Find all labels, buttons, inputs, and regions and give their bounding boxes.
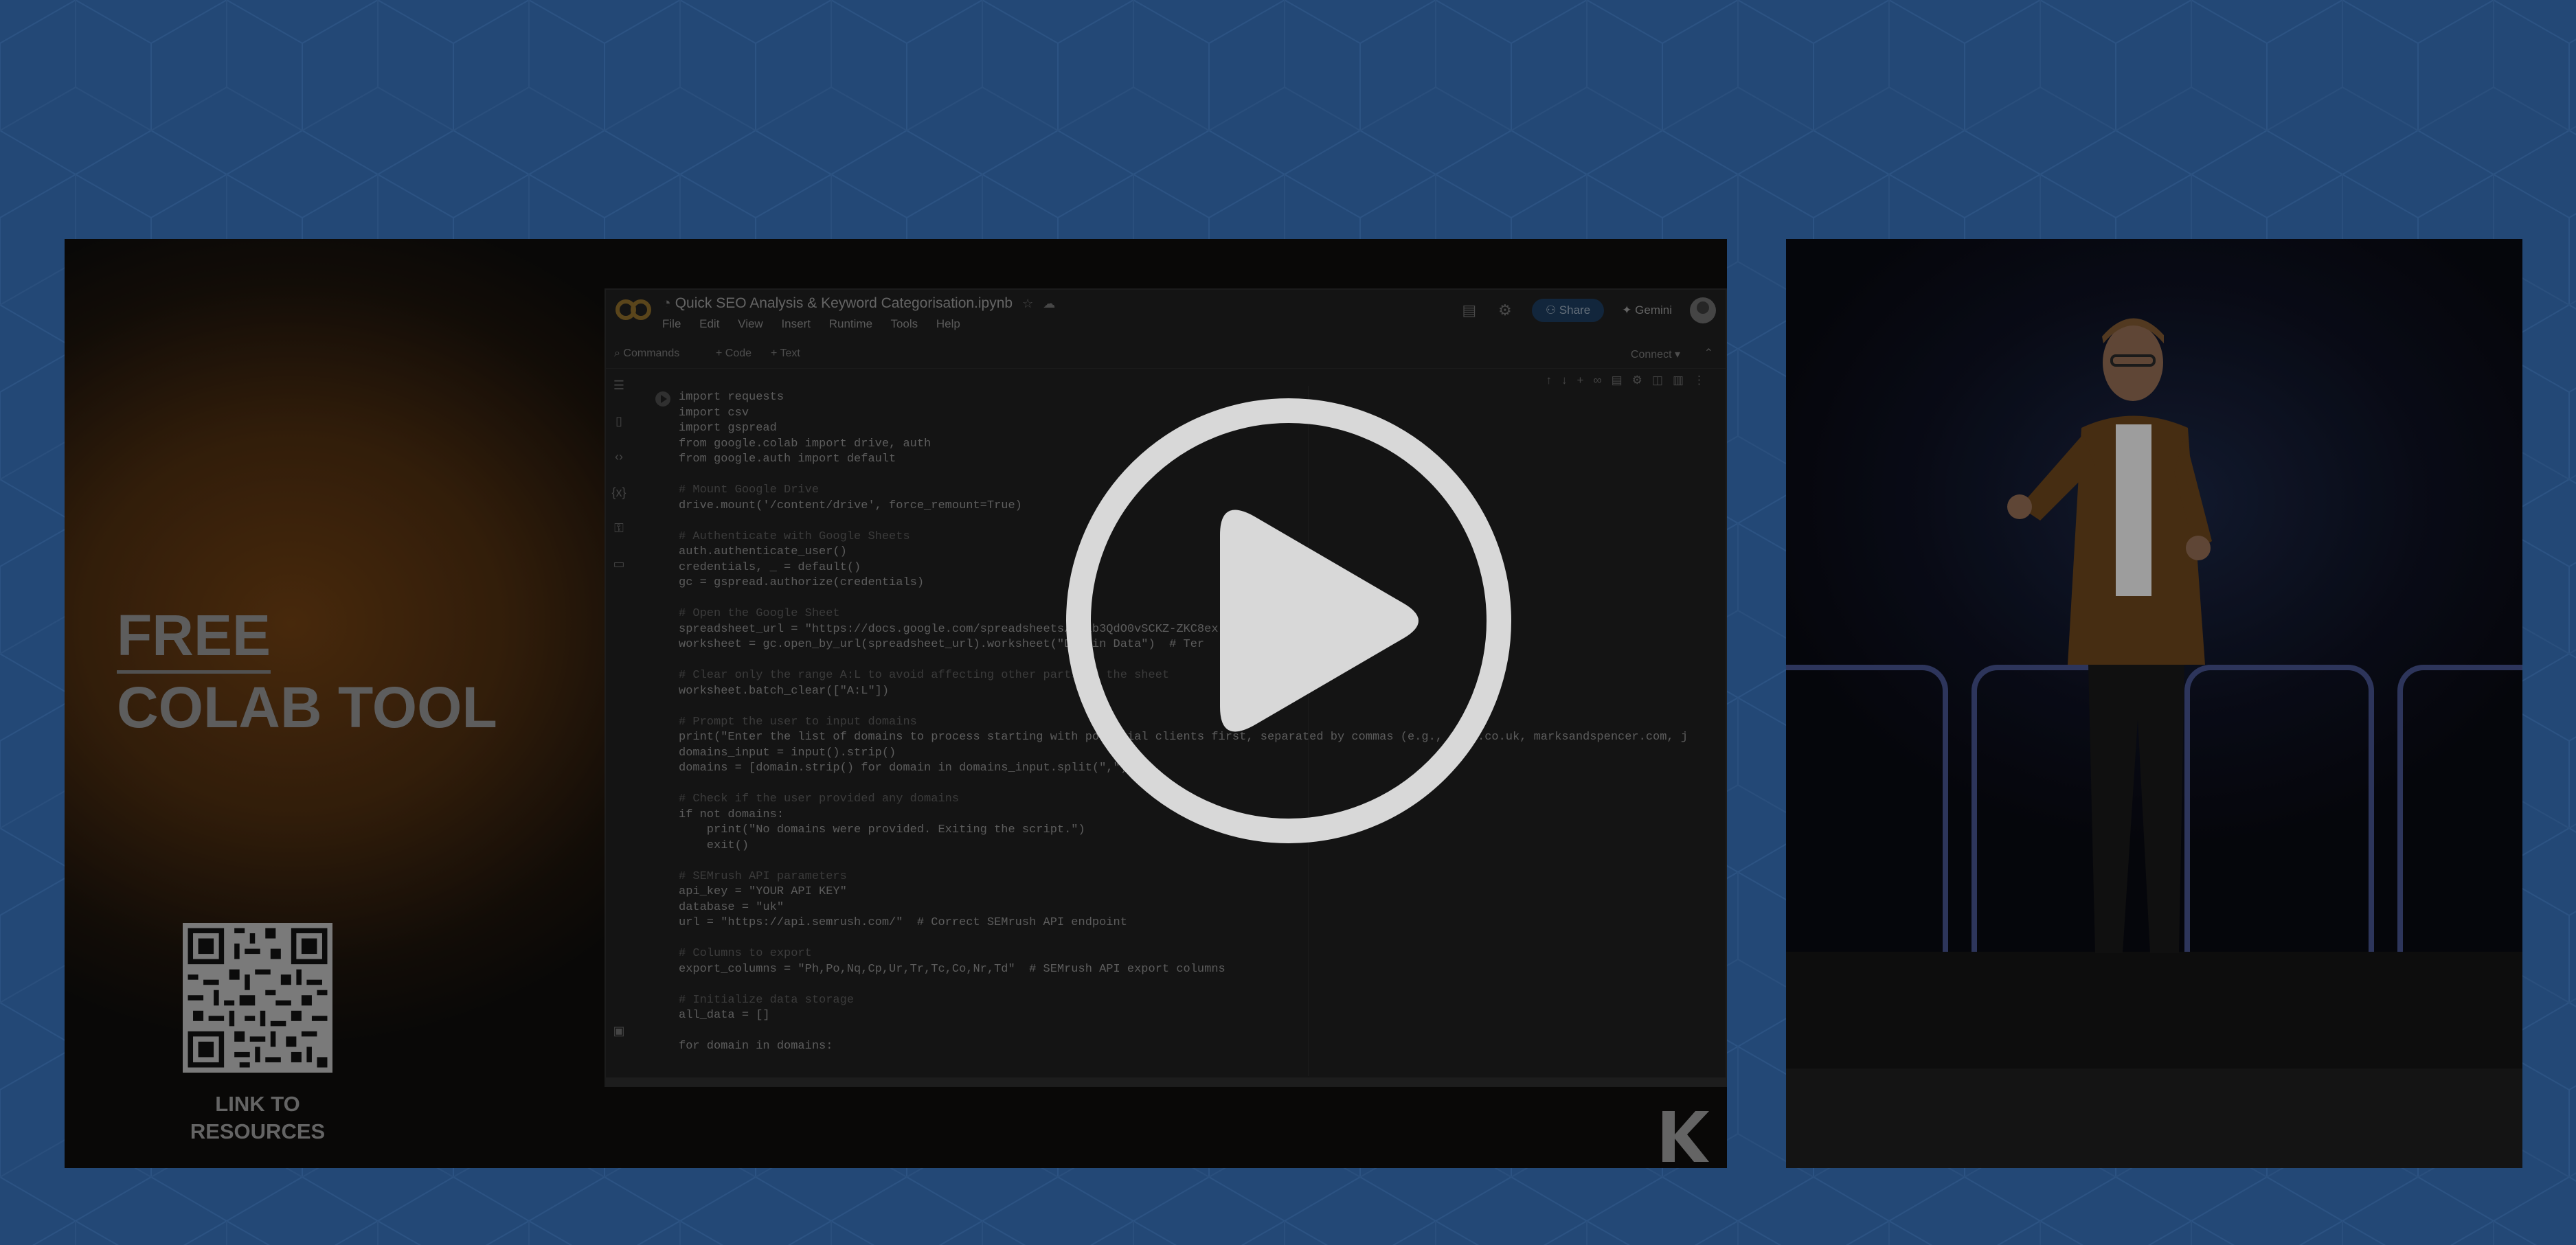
menu-help[interactable]: Help <box>936 317 960 330</box>
code-line: # Columns to export <box>679 947 812 960</box>
chevron-down-icon: ▾ <box>1674 349 1680 361</box>
code-line: for domain in domains: <box>679 1040 833 1053</box>
move-up-arrow-icon[interactable]: ↑ <box>1546 374 1552 387</box>
settings-gear-icon[interactable]: ⚙ <box>1496 301 1514 319</box>
gemini-label: Gemini <box>1635 304 1672 317</box>
code-line: export_columns = "Ph,Po,Nq,Cp,Ur,Tr,Tc,C… <box>679 962 1225 976</box>
k-logo-icon <box>1662 1111 1709 1162</box>
qr-caption-line1: LINK TO <box>215 1092 300 1116</box>
delete-trash-icon[interactable]: ▥ <box>1673 374 1684 387</box>
comment-icon[interactable]: ▤ <box>1460 301 1478 319</box>
secrets-key-icon[interactable]: ⚿ <box>610 519 628 537</box>
gemini-button[interactable]: ✦ Gemini <box>1622 304 1672 317</box>
link-icon[interactable]: ∞ <box>1593 374 1601 387</box>
notebook-title[interactable]: ◔ Quick SEO Analysis & Keyword Categorisa… <box>662 295 1055 312</box>
cell-settings-gear-icon[interactable]: ⚙ <box>1632 374 1642 387</box>
connect-button[interactable]: Connect ▾ <box>1631 347 1680 361</box>
add-text-button[interactable]: + Text <box>771 347 800 360</box>
comment-cell-icon[interactable]: ▤ <box>1612 374 1623 387</box>
cloud-icon: ☁ <box>1043 297 1056 310</box>
menu-edit[interactable]: Edit <box>699 317 719 330</box>
add-code-button[interactable]: + Code <box>716 347 752 360</box>
code-snippets-icon[interactable]: ‹› <box>610 448 628 466</box>
code-line: api_key = "YOUR API KEY" <box>679 885 847 898</box>
code-line: database = "uk" <box>679 900 784 914</box>
menu-insert[interactable]: Insert <box>781 317 811 330</box>
code-line: all_data = [] <box>679 1009 770 1022</box>
qr-caption-line2: RESOURCES <box>190 1119 326 1143</box>
code-line: # Initialize data storage <box>679 993 855 1007</box>
speaker-video-panel <box>1786 239 2522 1168</box>
share-button[interactable]: ⚇ Share <box>1531 299 1605 322</box>
cell-toolbar: ↑ ↓ + ∞ ▤ ⚙ ◫ ▥ ⋮ <box>1546 374 1706 387</box>
video-overlay <box>1786 239 2522 1168</box>
status-strip <box>606 1077 1726 1086</box>
more-vert-icon[interactable]: ⋮ <box>1693 374 1705 387</box>
colab-topbar: ◔ Quick SEO Analysis & Keyword Categorisa… <box>606 290 1726 332</box>
colab-sidebar: ☰ ▯ ‹› {x} ⚿ ▭ ▣ <box>606 376 633 1086</box>
star-icon[interactable]: ☆ <box>1022 297 1033 310</box>
menu-tools[interactable]: Tools <box>890 317 918 330</box>
gemini-sparkle-icon: ✦ <box>1622 304 1636 317</box>
collapse-chevron-up-icon[interactable]: ⌃ <box>1704 346 1713 360</box>
run-cell-button[interactable] <box>655 391 670 407</box>
qr-code <box>183 923 332 1073</box>
slide-title-line1: FREE <box>117 602 271 674</box>
colab-topbar-actions: ▤ ⚙ ⚇ Share ✦ Gemini <box>1460 297 1716 324</box>
menu-view[interactable]: View <box>738 317 763 330</box>
menu-file[interactable]: File <box>662 317 681 330</box>
document-icon[interactable]: ▯ <box>610 412 628 430</box>
slide-title: FREE COLAB TOOL <box>117 602 497 741</box>
slide-title-line2: COLAB TOOL <box>117 675 497 740</box>
notebook-file-name: Quick SEO Analysis & Keyword Categorisat… <box>675 295 1013 311</box>
github-icon: ◔ <box>662 295 671 311</box>
variables-icon[interactable]: {x} <box>610 483 628 501</box>
folder-icon[interactable]: ▭ <box>610 555 628 573</box>
share-label: Share <box>1559 304 1591 317</box>
move-down-arrow-icon[interactable]: ↓ <box>1561 374 1568 387</box>
search-icon: ⌕ <box>614 347 624 359</box>
mirror-cell-icon[interactable]: ◫ <box>1652 374 1663 387</box>
colab-menubar: File Edit View Insert Runtime Tools Help <box>662 317 975 331</box>
play-icon[interactable] <box>1062 394 1515 847</box>
commands-label: Commands <box>623 347 680 359</box>
code-line: url = "https://api.semrush.com/" # Corre… <box>679 916 1127 929</box>
colab-logo-icon <box>615 299 651 320</box>
code-line: # SEMrush API parameters <box>679 869 847 883</box>
colab-toolbar: ⌕ Commands + Code + Text Connect ▾ ⌃ <box>606 341 1726 369</box>
terminal-icon[interactable]: ▣ <box>610 1022 628 1040</box>
menu-runtime[interactable]: Runtime <box>829 317 872 330</box>
add-cell-plus-icon[interactable]: + <box>1577 374 1584 387</box>
avatar[interactable] <box>1690 297 1716 323</box>
commands-button[interactable]: ⌕ Commands <box>614 347 679 360</box>
table-of-contents-icon[interactable]: ☰ <box>610 376 628 394</box>
share-people-icon: ⚇ <box>1545 304 1559 317</box>
qr-caption: LINK TO RESOURCES <box>154 1090 361 1145</box>
connect-label: Connect <box>1630 349 1672 361</box>
